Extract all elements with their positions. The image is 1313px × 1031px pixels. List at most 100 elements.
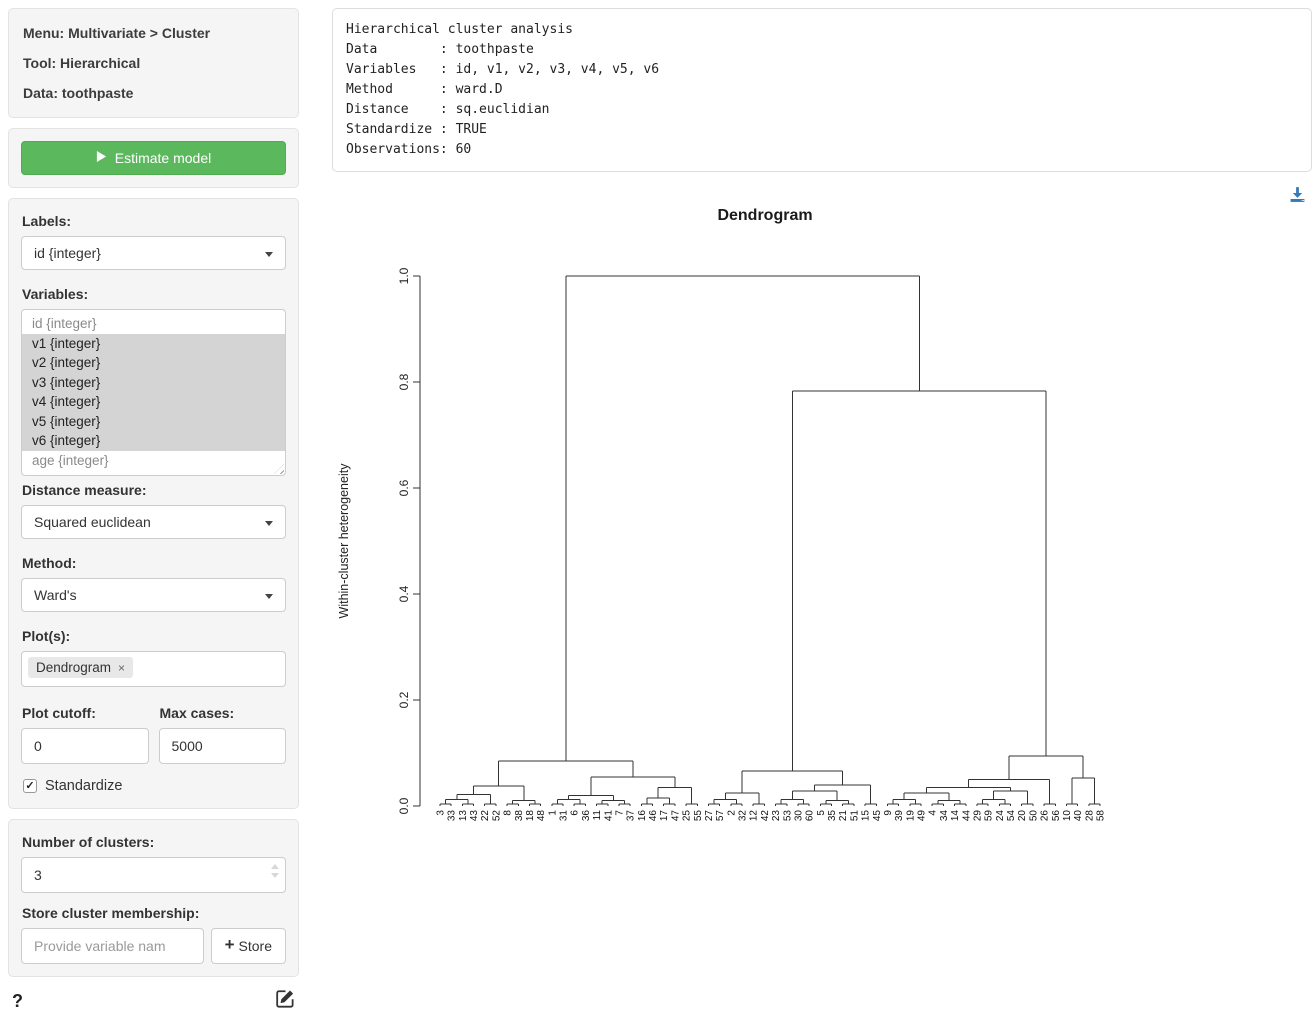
sidebar: Menu: Multivariate > Cluster Tool: Hiera… [8, 8, 299, 1013]
variables-listbox[interactable]: id {integer}v1 {integer}v2 {integer}v3 {… [21, 309, 286, 476]
variables-option[interactable]: age {integer} [22, 451, 285, 471]
distance-select-value: Squared euclidean [34, 514, 151, 530]
svg-text:19: 19 [905, 810, 916, 822]
store-variable-input[interactable] [21, 928, 204, 964]
distance-label: Distance measure: [22, 482, 286, 498]
tool-label: Tool: Hierarchical [23, 55, 286, 71]
plot-title: Dendrogram [717, 207, 812, 224]
main-panel: Hierarchical cluster analysis Data : too… [332, 8, 1312, 876]
estimate-card: Estimate model [8, 128, 299, 188]
distance-select[interactable]: Squared euclidean [21, 505, 286, 539]
svg-text:21: 21 [838, 810, 849, 822]
variables-option[interactable]: v5 {integer} [22, 412, 285, 432]
context-card: Menu: Multivariate > Cluster Tool: Hiera… [8, 8, 299, 118]
svg-text:13: 13 [458, 810, 469, 822]
max-cases-input[interactable] [159, 728, 287, 764]
svg-text:11: 11 [592, 810, 603, 821]
estimate-model-button[interactable]: Estimate model [21, 141, 286, 175]
svg-text:16: 16 [637, 810, 648, 822]
variables-option[interactable]: v1 {integer} [22, 334, 285, 354]
svg-text:36: 36 [581, 810, 592, 822]
summary-output: Hierarchical cluster analysis Data : too… [332, 8, 1312, 172]
svg-text:0.2: 0.2 [397, 691, 411, 708]
svg-text:25: 25 [682, 810, 693, 822]
svg-text:59: 59 [984, 810, 995, 822]
svg-text:9: 9 [883, 810, 894, 816]
svg-text:49: 49 [917, 810, 928, 822]
svg-text:10: 10 [1062, 810, 1073, 822]
svg-text:22: 22 [480, 810, 491, 822]
dendrogram-svg: Dendrogram Within-cluster heterogeneity … [332, 186, 1312, 858]
method-select[interactable]: Ward's [21, 578, 286, 612]
store-button-label: Store [239, 938, 272, 954]
chevron-down-icon [265, 252, 273, 257]
estimate-model-label: Estimate model [115, 150, 211, 166]
svg-text:45: 45 [872, 810, 883, 822]
svg-text:56: 56 [1051, 810, 1062, 822]
svg-text:14: 14 [950, 810, 961, 822]
svg-text:47: 47 [670, 810, 681, 822]
remove-tag-icon[interactable]: × [118, 662, 125, 674]
store-button[interactable]: + Store [211, 928, 286, 964]
labels-select-value: id {integer} [34, 245, 101, 261]
svg-text:18: 18 [525, 810, 536, 822]
svg-text:4: 4 [928, 810, 939, 816]
svg-text:46: 46 [648, 810, 659, 822]
dataset-label: Data: toothpaste [23, 85, 286, 101]
svg-text:0.4: 0.4 [397, 585, 411, 602]
svg-text:6: 6 [570, 810, 581, 816]
svg-text:5: 5 [816, 810, 827, 816]
number-stepper[interactable] [271, 864, 279, 878]
variables-option[interactable]: v3 {integer} [22, 373, 285, 393]
variables-option[interactable]: id {integer} [22, 314, 285, 334]
edit-icon[interactable] [276, 989, 295, 1013]
plot-tag-label: Dendrogram [36, 660, 111, 675]
page: Menu: Multivariate > Cluster Tool: Hiera… [0, 0, 1313, 1013]
svg-text:7: 7 [614, 810, 625, 816]
svg-text:24: 24 [995, 810, 1006, 822]
svg-text:48: 48 [536, 810, 547, 822]
svg-text:52: 52 [491, 810, 502, 822]
svg-text:35: 35 [827, 810, 838, 822]
dendrogram-plot: Dendrogram Within-cluster heterogeneity … [332, 186, 1312, 876]
svg-text:30: 30 [793, 810, 804, 822]
svg-text:37: 37 [626, 810, 637, 822]
variables-option[interactable]: v6 {integer} [22, 431, 285, 451]
method-select-value: Ward's [34, 587, 77, 603]
sidebar-footer: ? [8, 987, 299, 1013]
svg-text:15: 15 [861, 810, 872, 822]
dendrogram-lines [440, 276, 1100, 806]
y-axis: 0.00.20.40.60.81.0 [397, 267, 420, 814]
number-of-clusters-input[interactable] [21, 857, 286, 893]
svg-text:54: 54 [1006, 810, 1017, 822]
variables-option[interactable]: v4 {integer} [22, 392, 285, 412]
plot-cutoff-input[interactable] [21, 728, 149, 764]
svg-text:0.0: 0.0 [397, 797, 411, 814]
svg-text:0.8: 0.8 [397, 373, 411, 390]
number-of-clusters-label: Number of clusters: [22, 834, 286, 850]
help-icon[interactable]: ? [12, 991, 23, 1012]
svg-text:2: 2 [726, 810, 737, 816]
svg-text:31: 31 [559, 810, 570, 822]
svg-text:39: 39 [894, 810, 905, 822]
svg-text:1.0: 1.0 [397, 267, 411, 284]
y-axis-label: Within-cluster heterogeneity [337, 463, 351, 619]
svg-text:50: 50 [1028, 810, 1039, 822]
variables-option[interactable]: v2 {integer} [22, 353, 285, 373]
svg-text:27: 27 [704, 810, 715, 822]
svg-text:38: 38 [514, 810, 525, 822]
svg-text:33: 33 [447, 810, 458, 822]
plots-label: Plot(s): [22, 628, 286, 644]
standardize-checkbox[interactable]: ✓ [23, 779, 37, 793]
svg-text:8: 8 [503, 810, 514, 816]
svg-text:60: 60 [805, 810, 816, 822]
play-icon [96, 150, 107, 166]
labels-select[interactable]: id {integer} [21, 236, 286, 270]
download-plot-icon[interactable] [1289, 186, 1306, 208]
plot-cutoff-label: Plot cutoff: [22, 705, 149, 721]
svg-text:20: 20 [1017, 810, 1028, 822]
svg-text:58: 58 [1096, 810, 1107, 822]
plots-input[interactable]: Dendrogram × [21, 651, 286, 687]
svg-text:53: 53 [782, 810, 793, 822]
svg-text:1: 1 [547, 810, 558, 816]
